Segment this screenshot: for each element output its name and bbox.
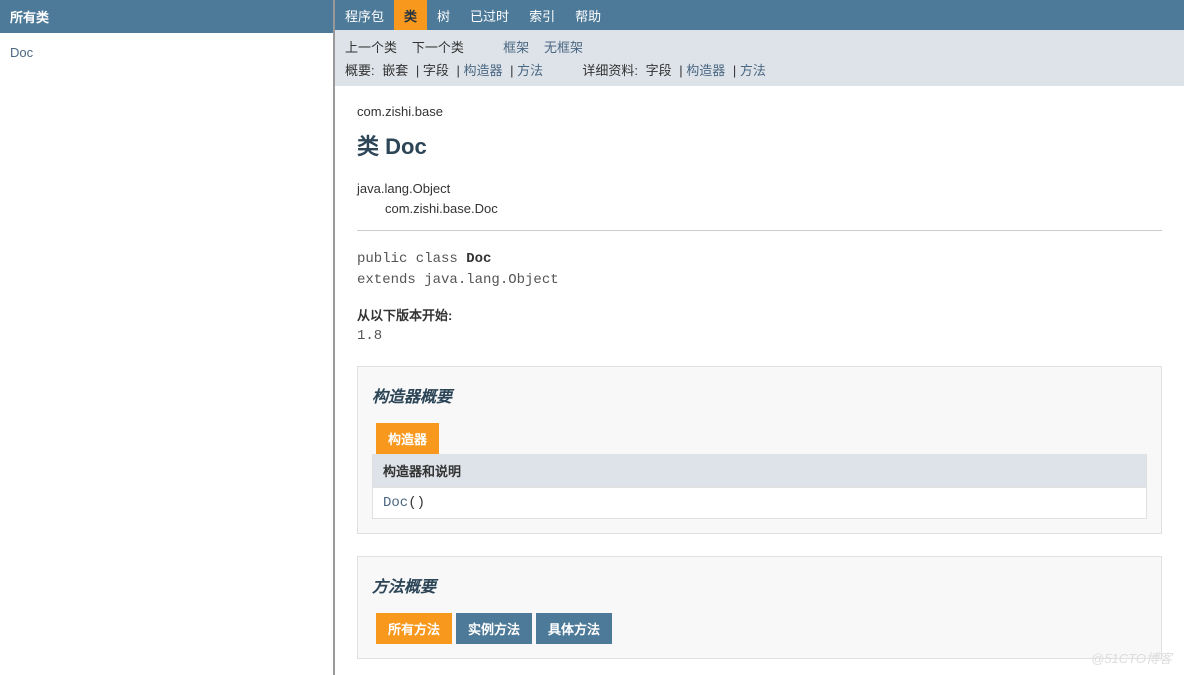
detail-field: 字段: [646, 63, 672, 78]
constructor-summary: 构造器概要 构造器 构造器和说明 Doc(): [357, 366, 1162, 534]
detail-label: 详细资料:: [582, 63, 641, 78]
prev-class: 上一个类: [345, 40, 397, 55]
summary-label: 概要:: [345, 63, 378, 78]
all-classes-heading: 所有类: [0, 0, 333, 33]
nav-class[interactable]: 类: [394, 0, 427, 30]
summary-method[interactable]: 方法: [517, 63, 543, 78]
next-class: 下一个类: [412, 40, 464, 55]
inherit-l2: com.zishi.base.Doc: [357, 199, 1162, 219]
class-title: 类 Doc: [357, 129, 1162, 161]
tab-concrete-methods[interactable]: 具体方法: [536, 613, 612, 644]
summary-nested: 嵌套: [382, 63, 408, 78]
tab-all-methods[interactable]: 所有方法: [376, 613, 452, 644]
inheritance-tree: java.lang.Object com.zishi.base.Doc: [357, 179, 1162, 218]
content: com.zishi.base 类 Doc java.lang.Object co…: [335, 86, 1184, 675]
right-frame: 程序包 类 树 已过时 索引 帮助 上一个类 下一个类 框架 无框架 概要: 嵌…: [335, 0, 1184, 675]
constructor-link[interactable]: Doc: [383, 495, 408, 511]
since-value: 1.8: [357, 328, 1162, 344]
detail-constr[interactable]: 构造器: [686, 63, 725, 78]
nav-tree[interactable]: 树: [427, 0, 460, 30]
class-link-doc[interactable]: Doc: [10, 45, 33, 60]
frames-link[interactable]: 框架: [503, 40, 529, 55]
constructor-table: 构造器和说明 Doc(): [372, 454, 1147, 519]
nav-help[interactable]: 帮助: [565, 0, 611, 30]
noframes-link[interactable]: 无框架: [544, 40, 583, 55]
class-signature: public class Doc extends java.lang.Objec…: [357, 249, 1162, 291]
constructor-heading: 构造器概要: [372, 383, 1147, 407]
nav-index[interactable]: 索引: [519, 0, 565, 30]
nav-package[interactable]: 程序包: [335, 0, 394, 30]
sub-nav: 上一个类 下一个类 框架 无框架 概要: 嵌套 | 字段 | 构造器 | 方法 …: [335, 30, 1184, 86]
top-nav: 程序包 类 树 已过时 索引 帮助: [335, 0, 1184, 30]
tab-instance-methods[interactable]: 实例方法: [456, 613, 532, 644]
left-frame: 所有类 Doc: [0, 0, 335, 675]
package-name: com.zishi.base: [357, 104, 1162, 119]
nav-deprecated[interactable]: 已过时: [460, 0, 519, 30]
since-label: 从以下版本开始:: [357, 305, 1162, 324]
method-summary: 方法概要 所有方法 实例方法 具体方法: [357, 556, 1162, 659]
inherit-l1: java.lang.Object: [357, 179, 1162, 199]
detail-method[interactable]: 方法: [740, 63, 766, 78]
method-heading: 方法概要: [372, 573, 1147, 597]
constructor-tab[interactable]: 构造器: [376, 423, 439, 454]
constructor-row: Doc(): [373, 488, 1146, 518]
summary-field: 字段: [423, 63, 449, 78]
divider: [357, 230, 1162, 231]
summary-constr[interactable]: 构造器: [463, 63, 502, 78]
constructor-col: 构造器和说明: [373, 454, 1146, 488]
